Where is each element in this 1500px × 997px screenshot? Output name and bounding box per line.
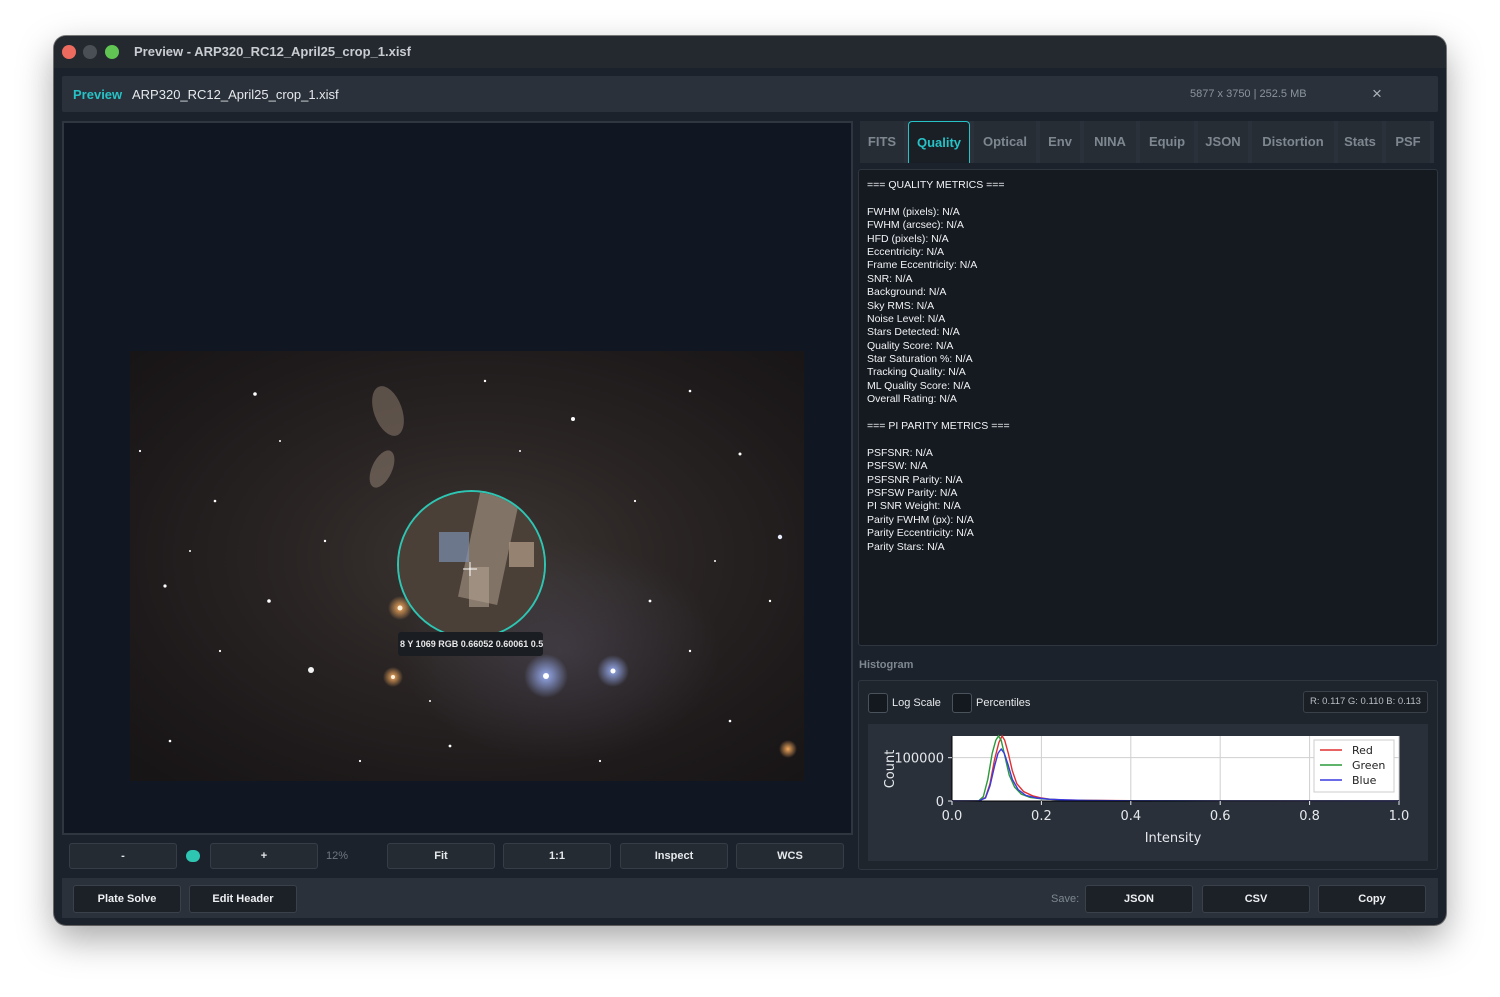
metric-line: Parity Stars: N/A [867,540,945,553]
quality-metrics-text[interactable]: === QUALITY METRICS === FWHM (pixels): N… [858,169,1438,646]
one-to-one-button[interactable]: 1:1 [503,843,611,869]
metric-line: PSFSW Parity: N/A [867,486,958,499]
tab-fits[interactable]: FITS [860,121,904,163]
histogram-panel: Log Scale Percentiles R: 0.117 G: 0.110 … [858,680,1438,870]
metric-line [867,433,1437,446]
metric-line: === PI PARITY METRICS === [867,420,1010,433]
tab-stats[interactable]: Stats [1338,121,1382,163]
percentiles-label[interactable]: Percentiles [976,697,1030,709]
metric-line: FWHM (arcsec): N/A [867,219,964,232]
tab-env[interactable]: Env [1040,121,1080,163]
metric-line: Star Saturation %: N/A [867,353,973,366]
metric-line: FWHM (pixels): N/A [867,205,960,218]
x-tick-label: 0.4 [1120,809,1141,824]
metric-line [867,192,1437,205]
plate-solve-button[interactable]: Plate Solve [73,885,181,913]
metric-line: PI SNR Weight: N/A [867,500,961,513]
action-footer: Plate Solve Edit Header Save: JSON CSV C… [62,878,1438,918]
metric-line: Quality Score: N/A [867,339,954,352]
zoom-slider-handle[interactable] [186,850,200,862]
metric-line: Overall Rating: N/A [867,393,957,406]
metric-line: Frame Eccentricity: N/A [867,259,978,272]
y-tick-label: 100000 [894,752,944,767]
x-axis-label: Intensity [1145,831,1202,846]
tab-quality[interactable]: Quality [908,121,970,163]
metric-line: PSFSNR: N/A [867,446,933,459]
preview-window: Preview - ARP320_RC12_April25_crop_1.xis… [54,36,1446,925]
zoom-percent: 12% [326,850,349,862]
metric-line: ML Quality Score: N/A [867,379,971,392]
metric-line [867,407,1437,420]
metric-line: Eccentricity: N/A [867,245,945,258]
log-scale-label[interactable]: Log Scale [892,697,941,709]
x-tick-label: 0.0 [942,809,963,824]
close-icon[interactable]: × [1372,84,1382,104]
tab-json[interactable]: JSON [1198,121,1248,163]
save-json-button[interactable]: JSON [1085,885,1193,913]
tab-nina[interactable]: NINA [1084,121,1136,163]
metric-line: Parity Eccentricity: N/A [867,527,974,540]
window-title: Preview - ARP320_RC12_April25_crop_1.xis… [134,44,411,59]
metric-line: Tracking Quality: N/A [867,366,966,379]
x-tick-label: 1.0 [1389,809,1410,824]
edit-header-button[interactable]: Edit Header [189,885,297,913]
minimize-window-button[interactable] [83,45,97,59]
metric-line: Stars Detected: N/A [867,326,960,339]
legend-label-green: Green [1352,759,1385,772]
save-csv-button[interactable]: CSV [1202,885,1310,913]
y-axis-label: Count [883,750,898,789]
legend: Red Green Blue [1313,739,1395,793]
x-tick-label: 0.8 [1299,809,1320,824]
title-bar: Preview - ARP320_RC12_April25_crop_1.xis… [54,36,1446,68]
wcs-button[interactable]: WCS [736,843,844,869]
metric-line: PSFSW: N/A [867,460,928,473]
histogram-section-label: Histogram [859,659,914,671]
metric-line: PSFSNR Parity: N/A [867,473,963,486]
pixel-readout: 8 Y 1069 RGB 0.66052 0.60061 0.5 [398,632,543,656]
fit-button[interactable]: Fit [387,843,495,869]
metric-line: Background: N/A [867,286,947,299]
metric-line: Parity FWHM (px): N/A [867,513,974,526]
x-tick-label: 0.2 [1031,809,1052,824]
save-label: Save: [1051,893,1080,905]
tab-optical[interactable]: Optical [974,121,1036,163]
metric-line: SNR: N/A [867,272,913,285]
magnifier-loupe [397,490,546,639]
preview-header: Preview ARP320_RC12_April25_crop_1.xisf … [62,76,1438,112]
percentiles-checkbox[interactable] [952,693,972,713]
zoom-toolbar: - + 12% Fit 1:1 Inspect WCS [62,843,853,871]
zoom-out-button[interactable]: - [69,843,177,869]
tab-equip[interactable]: Equip [1140,121,1194,163]
zoom-window-button[interactable] [105,45,119,59]
file-name: ARP320_RC12_April25_crop_1.xisf [132,87,339,102]
y-tick-label: 0 [936,795,944,810]
metric-line: Sky RMS: N/A [867,299,935,312]
loupe-graphic [399,492,544,637]
tab-distortion[interactable]: Distortion [1252,121,1334,163]
rgb-mean-values: R: 0.117 G: 0.110 B: 0.113 [1303,691,1428,713]
log-scale-checkbox[interactable] [868,693,888,713]
inspect-button[interactable]: Inspect [620,843,728,869]
legend-label-red: Red [1352,744,1373,757]
x-tick-label: 0.6 [1210,809,1231,824]
metric-line: HFD (pixels): N/A [867,232,949,245]
image-viewer[interactable]: 8 Y 1069 RGB 0.66052 0.60061 0.5 [62,121,853,835]
legend-label-blue: Blue [1352,774,1377,787]
copy-button[interactable]: Copy [1318,885,1426,913]
histogram-chart: 0.0 0.2 0.4 0.6 0.8 1.0 0 100000 Intensity Coun… [868,724,1428,861]
zoom-in-button[interactable]: + [210,843,318,869]
image-size-info: 5877 x 3750 | 252.5 MB [1190,88,1307,100]
preview-label: Preview [73,87,123,102]
histogram-svg: 0.0 0.2 0.4 0.6 0.8 1.0 0 100000 Intensity Coun… [883,734,1410,846]
metric-line: Noise Level: N/A [867,312,946,325]
close-window-button[interactable] [62,45,76,59]
metric-line: === QUALITY METRICS === [867,179,1005,191]
metadata-tabs: FITS Quality Optical Env NINA Equip JSON… [860,121,1434,163]
tab-psf[interactable]: PSF [1386,121,1430,163]
